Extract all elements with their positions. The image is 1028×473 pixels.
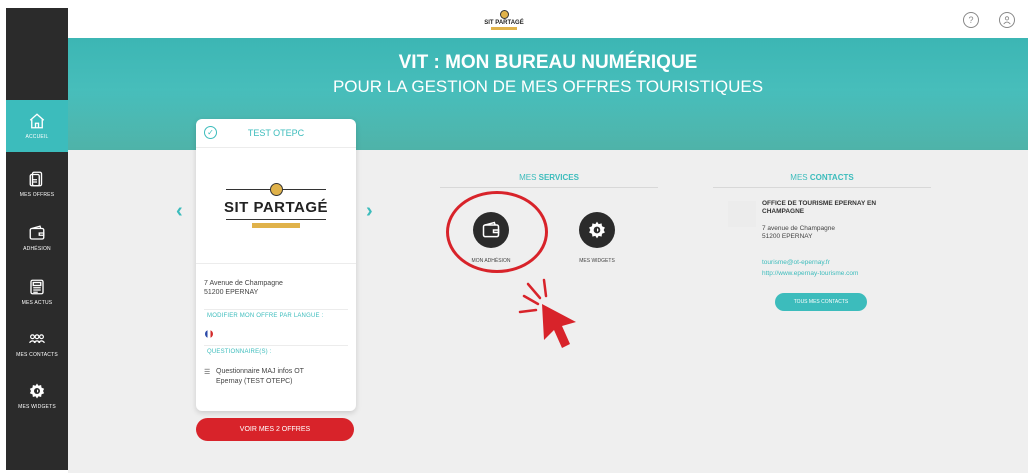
- people-icon: [29, 334, 45, 344]
- contact-website-link[interactable]: http://www.epernay-tourisme.com: [762, 270, 858, 277]
- wallet-icon: [29, 225, 45, 240]
- contact-name-line1: OFFICE DE TOURISME EPERNAY EN: [762, 200, 877, 207]
- contact-name-line2: CHAMPAGNE: [762, 208, 805, 215]
- highlight-circle: [446, 191, 548, 273]
- logo-ring-icon: [270, 183, 283, 196]
- gear-icon: [29, 383, 45, 399]
- offer-address-line2: 51200 EPERNAY: [204, 289, 259, 296]
- offer-logo-text: SIT PARTAGÉ: [223, 199, 329, 216]
- logo-ring-icon: [499, 10, 509, 19]
- contacts-title-bold: CONTACTS: [809, 173, 854, 182]
- user-circle-icon[interactable]: [999, 12, 1015, 28]
- contact-name: OFFICE DE TOURISME EPERNAY EN CHAMPAGNE: [762, 200, 912, 216]
- questionnaire-label: QUESTIONNAIRE(S) :: [207, 349, 272, 355]
- contact-address-line1: 7 avenue de Champagne: [762, 225, 836, 232]
- top-bar: [68, 8, 1024, 39]
- next-offer-chevron-icon[interactable]: ›: [366, 200, 373, 223]
- services-title-prefix: MES: [519, 173, 539, 182]
- contact-address: 7 avenue de Champagne 51200 EPERNAY: [762, 225, 835, 241]
- sidebar-item-mes-widgets[interactable]: MES WIDGETS: [6, 370, 68, 422]
- logo-line: [226, 219, 326, 220]
- help-circle-icon[interactable]: ?: [963, 12, 979, 28]
- services-divider: [440, 187, 658, 188]
- contacts-title-prefix: MES: [790, 173, 810, 182]
- all-contacts-button[interactable]: TOUS MES CONTACTS: [775, 293, 867, 311]
- contact-email-link[interactable]: tourisme@ot-epernay.fr: [762, 259, 830, 266]
- contact-address-line2: 51200 EPERNAY: [762, 233, 813, 240]
- widgets-service-label: MES WIDGETS: [579, 258, 615, 264]
- sidebar-item-label: ADHÉSION: [23, 246, 51, 252]
- hero-subtitle: POUR LA GESTION DE MES OFFRES TOURISTIQU…: [332, 77, 764, 96]
- language-label: MODIFIER MON OFFRE PAR LANGUE :: [207, 313, 324, 319]
- widgets-service-button[interactable]: [579, 212, 615, 248]
- gear-icon: [589, 221, 605, 239]
- sidebar-item-label: ACCUEIL: [25, 134, 49, 140]
- offer-card: ✓ TEST OTEPC SIT PARTAGÉ 7 Avenue de Cha…: [196, 119, 356, 411]
- view-offers-button[interactable]: VOIR MES 2 OFFRES: [196, 418, 354, 441]
- questionnaire-line2: Epernay (TEST OTEPC): [216, 378, 293, 385]
- offer-card-header: ✓ TEST OTEPC: [196, 119, 356, 148]
- questionnaire-line1: Questionnaire MAJ infos OT: [216, 368, 304, 375]
- services-title: MES SERVICES: [440, 173, 658, 182]
- sidebar-item-mes-actus[interactable]: MES ACTUS: [6, 266, 68, 318]
- contacts-title: MES CONTACTS: [713, 173, 931, 182]
- sidebar-item-label: MES ACTUS: [21, 300, 53, 306]
- app-frame: ACCUEIL MES OFFRES ADHÉSION MES ACTUS ME…: [0, 0, 1028, 473]
- documents-icon: [29, 171, 43, 187]
- sidebar: ACCUEIL MES OFFRES ADHÉSION MES ACTUS ME…: [6, 8, 68, 470]
- sidebar-item-label: MES CONTACTS: [16, 352, 58, 358]
- header-logo-text: SIT PARTAGÉ: [484, 20, 524, 26]
- divider: [204, 309, 348, 310]
- contacts-divider: [713, 187, 931, 188]
- sidebar-item-mes-offres[interactable]: MES OFFRES: [6, 158, 68, 210]
- offer-card-logo: SIT PARTAGÉ: [196, 148, 356, 264]
- previous-offer-chevron-icon[interactable]: ‹: [176, 200, 183, 223]
- newspaper-icon: [30, 279, 44, 295]
- logo-bar: [491, 27, 517, 30]
- sidebar-item-adhesion[interactable]: ADHÉSION: [6, 212, 68, 264]
- french-flag-icon[interactable]: [205, 330, 213, 338]
- services-title-bold: SERVICES: [538, 173, 579, 182]
- offer-address: 7 Avenue de Champagne 51200 EPERNAY: [204, 279, 283, 297]
- logo-bar: [252, 223, 300, 228]
- sidebar-item-label: MES WIDGETS: [18, 404, 56, 410]
- offer-address-line1: 7 Avenue de Champagne: [204, 280, 283, 287]
- sidebar-item-mes-contacts[interactable]: MES CONTACTS: [6, 318, 68, 370]
- header-logo[interactable]: SIT PARTAGÉ: [481, 10, 527, 32]
- user-icon: [1003, 16, 1011, 25]
- sidebar-item-label: MES OFFRES: [19, 192, 55, 198]
- list-icon: ☰: [204, 369, 211, 376]
- home-icon: [29, 113, 45, 129]
- divider: [204, 345, 348, 346]
- contact-logo: [728, 201, 756, 227]
- questionnaire-item[interactable]: ☰ Questionnaire MAJ infos OT Epernay (TE…: [204, 367, 304, 387]
- click-cursor-icon: [518, 278, 576, 348]
- hero-title: VIT : MON BUREAU NUMÉRIQUE: [398, 52, 698, 73]
- sidebar-item-accueil[interactable]: ACCUEIL: [6, 100, 68, 152]
- offer-card-title[interactable]: TEST OTEPC: [196, 128, 356, 138]
